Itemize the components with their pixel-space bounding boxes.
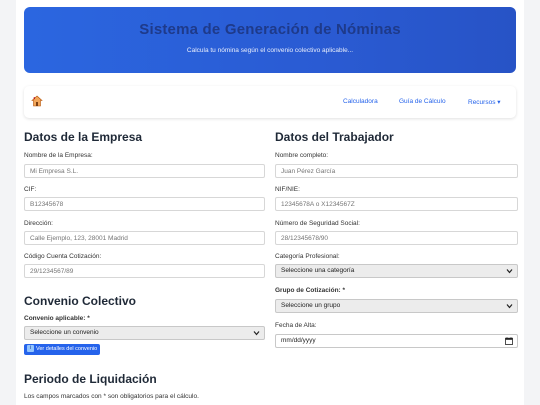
- grupo-cotizacion-select[interactable]: Seleccione un grupo: [275, 299, 518, 313]
- chevron-down-icon: [506, 304, 513, 309]
- header-banner: Sistema de Generación de Nóminas Calcula…: [24, 7, 516, 73]
- categoria-select-value: Seleccione una categoría: [281, 267, 355, 274]
- required-fields-note: Los campos marcados con * son obligatori…: [24, 393, 199, 400]
- convenio-section-title: Convenio Colectivo: [24, 294, 137, 308]
- ver-detalles-convenio-button[interactable]: i Ver detalles del convenio: [24, 344, 101, 355]
- empresa-nombre-label: Nombre de la Empresa:: [24, 152, 93, 159]
- categoria-label: Categoría Profesional:: [275, 253, 340, 260]
- liquidacion-section-title: Periodo de Liquidación: [24, 372, 157, 386]
- empresa-cif-input[interactable]: [24, 197, 265, 211]
- empresa-ccc-label: Código Cuenta Cotización:: [24, 253, 102, 260]
- empresa-nombre-input[interactable]: [24, 164, 265, 178]
- info-icon: i: [27, 345, 34, 353]
- fecha-alta-input[interactable]: mm/dd/yyyy: [275, 334, 518, 348]
- empresa-ccc-input[interactable]: [24, 264, 265, 278]
- empresa-direccion-input[interactable]: [24, 231, 265, 245]
- grupo-select-value: Seleccione un grupo: [281, 302, 341, 309]
- trabajador-nombre-input[interactable]: [275, 164, 518, 178]
- trabajador-nss-label: Número de Seguridad Social:: [275, 220, 360, 227]
- home-icon[interactable]: [31, 95, 43, 107]
- fecha-alta-label: Fecha de Alta:: [275, 322, 317, 329]
- ver-detalles-label: Ver detalles del convenio: [36, 346, 98, 352]
- convenio-aplicable-label: Convenio aplicable: *: [24, 315, 90, 322]
- page-subtitle: Calcula tu nómina según el convenio cole…: [186, 47, 354, 54]
- chevron-down-icon: [506, 269, 513, 274]
- navbar: Calculadora Guía de Cálculo Recursos ▾: [24, 86, 516, 118]
- grupo-cotizacion-label: Grupo de Cotización: *: [275, 287, 346, 294]
- nav-link-guia-calculo[interactable]: Guía de Cálculo: [399, 98, 446, 105]
- calendar-icon[interactable]: [505, 337, 513, 345]
- trabajador-nss-input[interactable]: [275, 231, 518, 245]
- convenio-select-value: Seleccione un convenio: [30, 329, 99, 336]
- convenio-select[interactable]: Seleccione un convenio: [24, 326, 265, 340]
- nav-link-calculadora[interactable]: Calculadora: [343, 98, 378, 105]
- trabajador-nif-input[interactable]: [275, 197, 518, 211]
- empresa-direccion-label: Dirección:: [24, 220, 53, 227]
- page: Sistema de Generación de Nóminas Calcula…: [16, 0, 524, 405]
- categoria-select[interactable]: Seleccione una categoría: [275, 264, 518, 278]
- trabajador-nombre-label: Nombre completo:: [275, 152, 329, 159]
- nav-link-recursos[interactable]: Recursos ▾: [468, 98, 501, 106]
- fecha-alta-value: mm/dd/yyyy: [281, 337, 316, 344]
- empresa-section-title: Datos de la Empresa: [24, 130, 143, 144]
- trabajador-section-title: Datos del Trabajador: [275, 130, 394, 144]
- chevron-down-icon: [253, 331, 260, 336]
- page-title: Sistema de Generación de Nóminas: [139, 21, 401, 38]
- empresa-cif-label: CIF:: [24, 186, 37, 193]
- trabajador-nif-label: NIF/NIE:: [275, 186, 300, 193]
